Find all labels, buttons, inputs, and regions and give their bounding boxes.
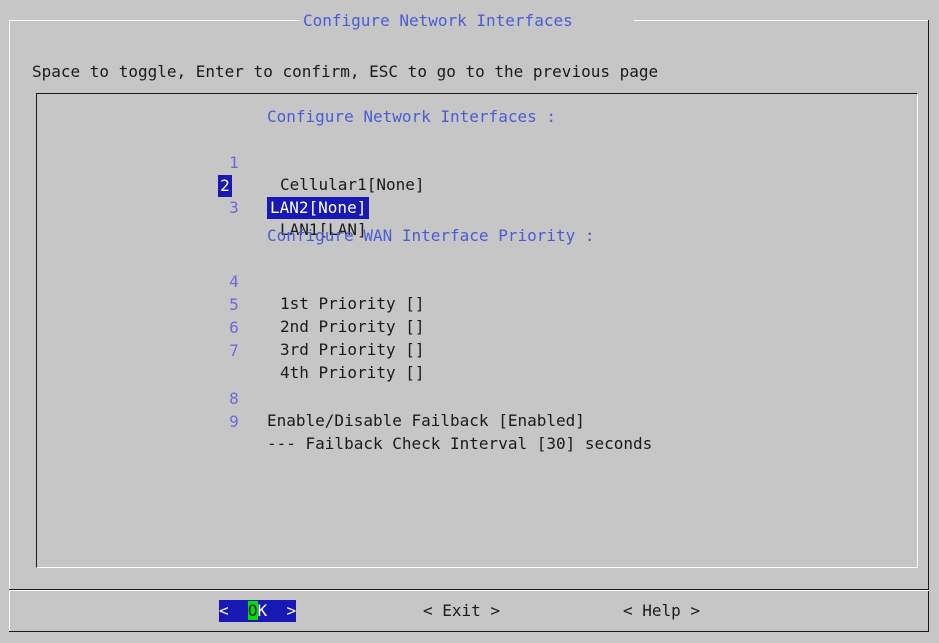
menu-item-priority-3[interactable]: 6 3rd Priority [] [37, 295, 917, 359]
menu-item-priority-1[interactable]: 4 1st Priority [] [37, 249, 917, 313]
ok-button-rest: K > [257, 601, 297, 620]
item-label: --- Failback Check Interval [30] seconds [267, 434, 653, 453]
menu-item-priority-2[interactable]: 5 2nd Priority [] [37, 272, 917, 336]
exit-button[interactable]: < Exit > [423, 600, 500, 622]
frame-line [9, 631, 929, 632]
button-separator [9, 590, 929, 591]
menu-item-failback-toggle[interactable]: 8 Enable/Disable Failback [Enabled] [37, 366, 917, 430]
ok-button[interactable]: < OK > [219, 600, 297, 622]
section-heading-network-interfaces: Configure Network Interfaces : [267, 107, 556, 126]
item-label: LAN2[None] [267, 197, 370, 219]
item-number: 7 [229, 341, 239, 360]
menu-item-priority-4[interactable]: 7 4th Priority [] [37, 318, 917, 382]
configure-network-dialog: Configure Network Interfaces Space to to… [0, 0, 939, 643]
frame-line [928, 20, 929, 632]
frame-line [634, 20, 929, 21]
menu-item-lan2[interactable]: 2 LAN2[None] [37, 153, 917, 219]
frame-line [9, 20, 299, 21]
menu-list: Configure Network Interfaces : 1 Cellula… [36, 93, 918, 568]
item-number: 9 [229, 412, 239, 431]
menu-item-failback-interval[interactable]: 9 --- Failback Check Interval [30] secon… [37, 389, 917, 453]
menu-item-cellular1[interactable]: 1 Cellular1[None] [37, 130, 917, 194]
instructions-text: Space to toggle, Enter to confirm, ESC t… [32, 62, 659, 81]
ok-button-left: < [219, 601, 248, 620]
menu-item-lan1[interactable]: 3 LAN1[LAN] [37, 175, 917, 239]
dialog-title: Configure Network Interfaces [303, 11, 573, 30]
item-label: 3rd Priority [] [280, 340, 425, 359]
item-label: Enable/Disable Failback [Enabled] [267, 411, 585, 430]
ok-hotkey: O [247, 601, 258, 620]
frame-line [9, 20, 10, 632]
item-number: 3 [229, 198, 239, 217]
help-button[interactable]: < Help > [623, 600, 700, 622]
section-heading-wan-priority: Configure WAN Interface Priority : [267, 226, 595, 245]
